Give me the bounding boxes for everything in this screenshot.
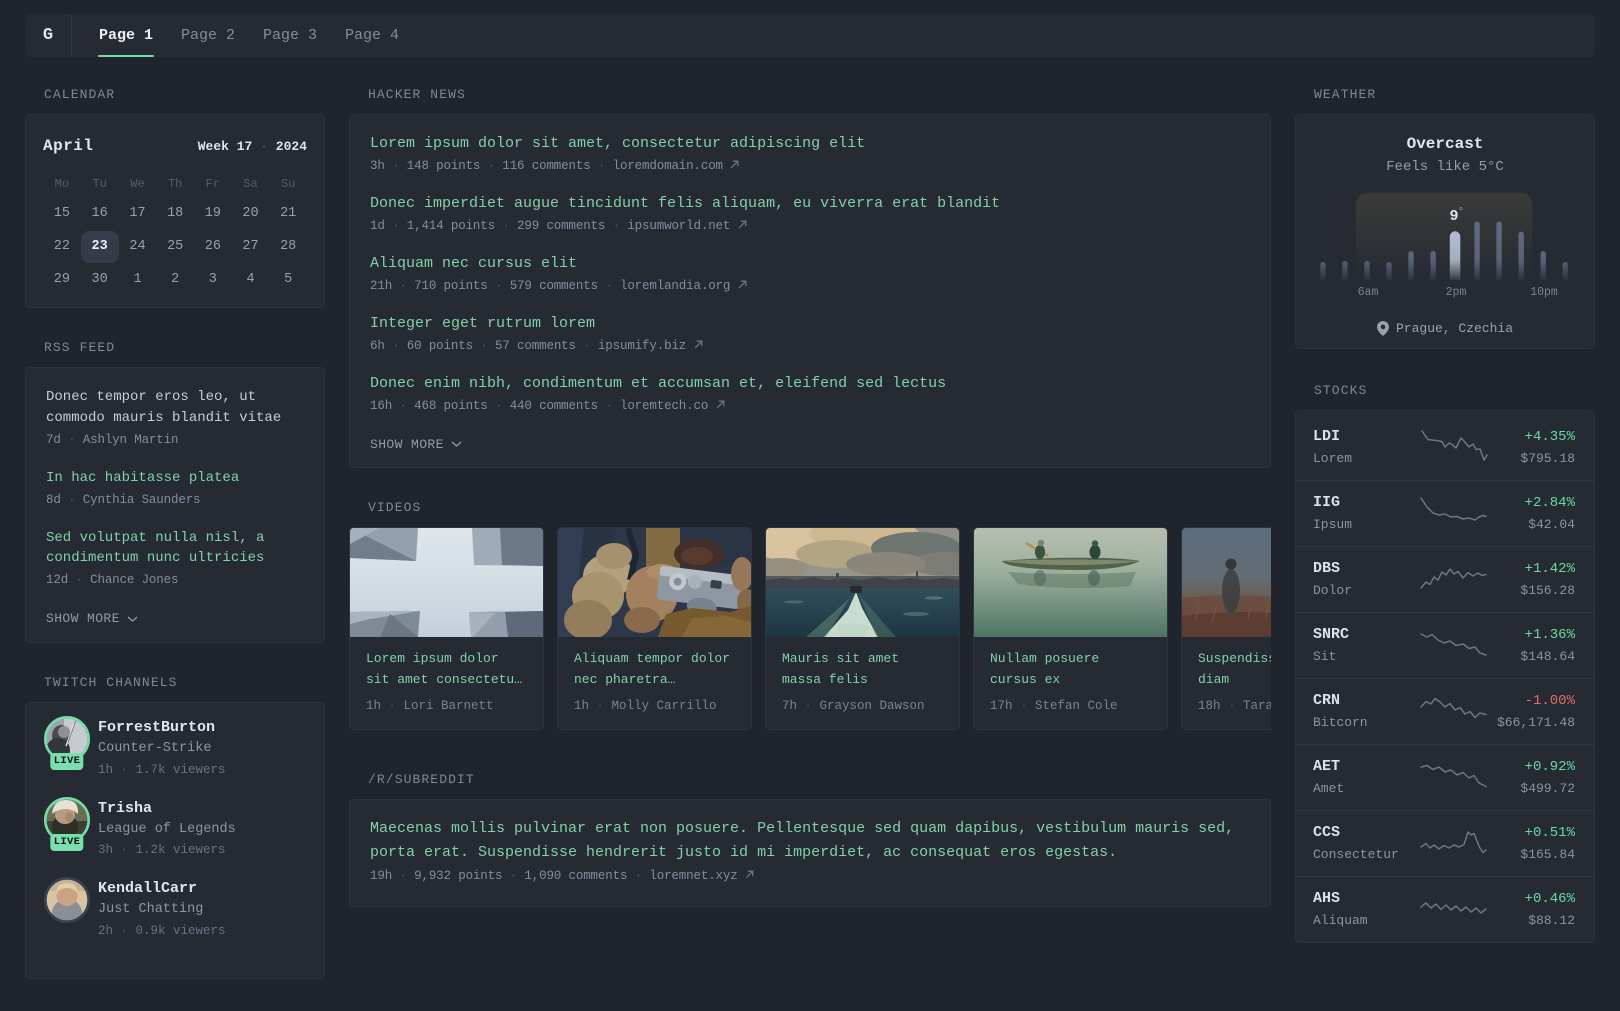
svg-text:°: ° — [1458, 206, 1464, 218]
